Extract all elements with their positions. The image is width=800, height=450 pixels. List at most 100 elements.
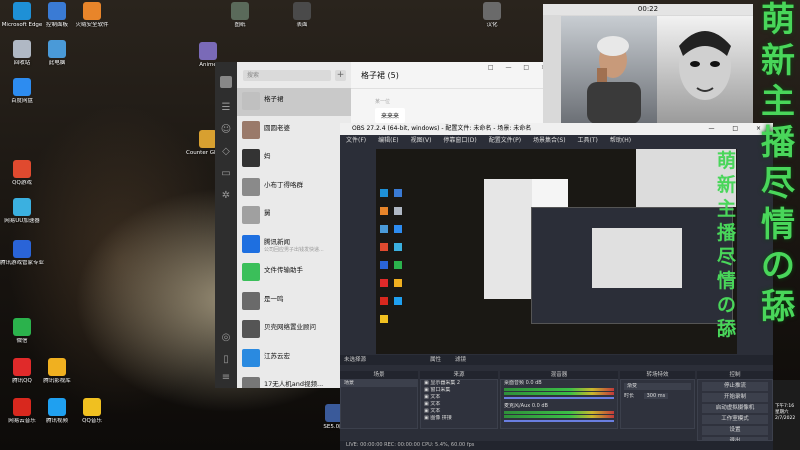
desktop-icon[interactable]: 腾讯影视库 [35,358,79,385]
date-text: 2/7/2022 [775,416,796,421]
chat-list-item[interactable]: 腾讯新闻 公司回应男子出钱发快递... [237,231,351,259]
filters-button[interactable]: 滤镜 [455,355,466,365]
window-controls[interactable]: □ — □ × [488,64,551,71]
preview-icon [394,207,402,215]
preview-wechat-window [484,179,532,299]
chat-list-item[interactable]: 贝壳网络置业顾问 [237,316,351,344]
source-item[interactable]: ▣ 图像 拼接 [421,415,497,422]
call-timer: 00:22 [543,4,753,15]
preview-overlay-char: 新 [716,174,736,196]
chat-list-item[interactable]: 17无人机and视频...无人机大家共享区群... [237,373,351,388]
preview-icon [380,225,388,233]
menu-item[interactable]: 工具(T) [578,137,598,144]
menu-item[interactable]: 视图(V) [411,137,432,144]
mixer-header: 混音器 [500,371,618,379]
scene-item[interactable]: 场景 [341,380,417,387]
search-input[interactable]: 搜索 [243,70,331,81]
source-item[interactable]: ▣ 文本 [421,401,497,408]
menu-item[interactable]: 文件(F) [346,137,366,144]
desktop-icon[interactable]: 火绒安全软件 [70,2,114,29]
camera-feed-left [561,16,657,124]
contacts-icon[interactable]: ☺ [220,124,232,136]
add-button[interactable]: + [335,70,346,81]
volume-slider[interactable] [504,420,614,422]
overlay-char: 播 [761,123,795,163]
mixer-track-label: 麦克风/Aux 0.0 dB [504,403,548,409]
chat-list-item[interactable]: 小布丁得咯群 [237,174,351,202]
transitions-dock: 渐变 时长 300 ms [620,379,695,429]
duration-input[interactable]: 300 ms [643,393,669,399]
source-item[interactable]: ▣ 文本 [421,408,497,415]
user-avatar[interactable] [220,76,232,88]
control-button[interactable]: 工作室模式 [702,415,768,424]
desktop-icon[interactable]: 微信 [0,318,44,345]
obs-window: OBS 27.2.4 (64-bit, windows) - 配置文件: 未命名… [340,123,773,450]
desktop-icon[interactable]: QQ游戏 [0,160,44,187]
menu-item[interactable]: 场景集合(S) [533,137,566,144]
mixer-track-label: 桌面音频 0.0 dB [504,380,542,386]
transitions-header: 转场特效 [620,371,695,379]
chat-list-item[interactable]: 舅 [237,202,351,230]
chat-list-item[interactable]: 格子裙 [237,88,351,116]
desktop-icon[interactable]: 图纸 [218,2,262,29]
chat-list-item[interactable]: 是一鸣 [237,288,351,316]
chat-list-item[interactable]: 文件传输助手 [237,259,351,287]
control-button[interactable]: 启动虚拟摄像机 [702,404,768,413]
menu-item[interactable]: 停靠窗口(D) [443,137,476,144]
control-button[interactable]: 设置 [702,426,768,435]
miniprogram-icon[interactable]: ◎ [220,332,232,344]
transition-select[interactable]: 渐变 [624,383,691,390]
desktop-icon-label: 汉化 [486,22,498,28]
app-icon [13,40,31,58]
preview-icon [394,243,402,251]
avatar [242,177,260,196]
desktop-icon[interactable]: 网易UU加速器 [0,198,44,225]
desktop-icon[interactable]: QQ音乐 [70,398,114,425]
person-webcam-image [587,36,641,124]
avatar [242,348,260,367]
moments-icon[interactable]: ✲ [220,190,232,202]
source-item[interactable]: ▣ 窗口采集 [421,387,497,394]
desktop-icon[interactable]: 腾讯游戏管家专业加速... [0,240,44,267]
source-item[interactable]: ▣ 显示器采集 2 [421,380,497,387]
chat-list-item[interactable]: 江苏云宏 [237,345,351,373]
volume-slider[interactable] [504,397,614,399]
desktop-icon[interactable]: 汉化 [470,2,514,29]
overlay-char: 情 [761,205,795,245]
scenes-dock: 场景 [340,379,418,429]
desktop-icon[interactable]: 此电脑 [35,40,79,67]
preview-nested-window [592,228,682,288]
obs-status-bar: LIVE: 00:00:00 REC: 00:00:00 CPU: 5.4%, … [340,441,773,450]
chat-name: 格子裙 [264,95,284,103]
preview-icon [380,261,388,269]
preview-icon [394,261,402,269]
properties-button[interactable]: 属性 [430,355,441,365]
sources-header: 来源 [420,371,498,379]
control-button[interactable]: 开始录制 [702,393,768,402]
clock[interactable]: 下午7:16 星期六 2/7/2022 [775,404,795,422]
preview-icon [394,279,402,287]
preview-obs-window [531,207,733,324]
chat-icon[interactable]: ☰ [220,102,232,114]
menu-item[interactable]: 帮助(H) [610,137,631,144]
chat-list-item[interactable]: 妈 [237,145,351,173]
favorites-icon[interactable]: ◇ [220,146,232,158]
preview-icon [394,189,402,197]
volume-meter [504,411,614,414]
desktop-icon[interactable]: 表面 [280,2,324,29]
menu-item[interactable]: 编辑(E) [378,137,398,144]
phone-icon[interactable]: ▯ [220,354,232,366]
avatar [242,377,260,388]
app-icon [13,78,31,96]
duration-label-text: 时长 [624,393,635,399]
desktop-icon[interactable]: 百度网盘 [0,78,44,105]
desktop-icon-label: 腾讯影视库 [43,378,71,384]
wechat-nav-bar: ☰ ☺ ◇ ▭ ✲ ◎ ▯ ≡ [215,62,237,388]
menu-icon[interactable]: ≡ [220,372,232,384]
source-item[interactable]: ▣ 文本 [421,394,497,401]
folder-icon[interactable]: ▭ [220,168,232,180]
chat-list-item[interactable]: 圆圆老婆 [237,117,351,145]
control-button[interactable]: 停止推流 [702,382,768,391]
volume-meter [504,392,614,395]
menu-item[interactable]: 配置文件(P) [489,137,521,144]
